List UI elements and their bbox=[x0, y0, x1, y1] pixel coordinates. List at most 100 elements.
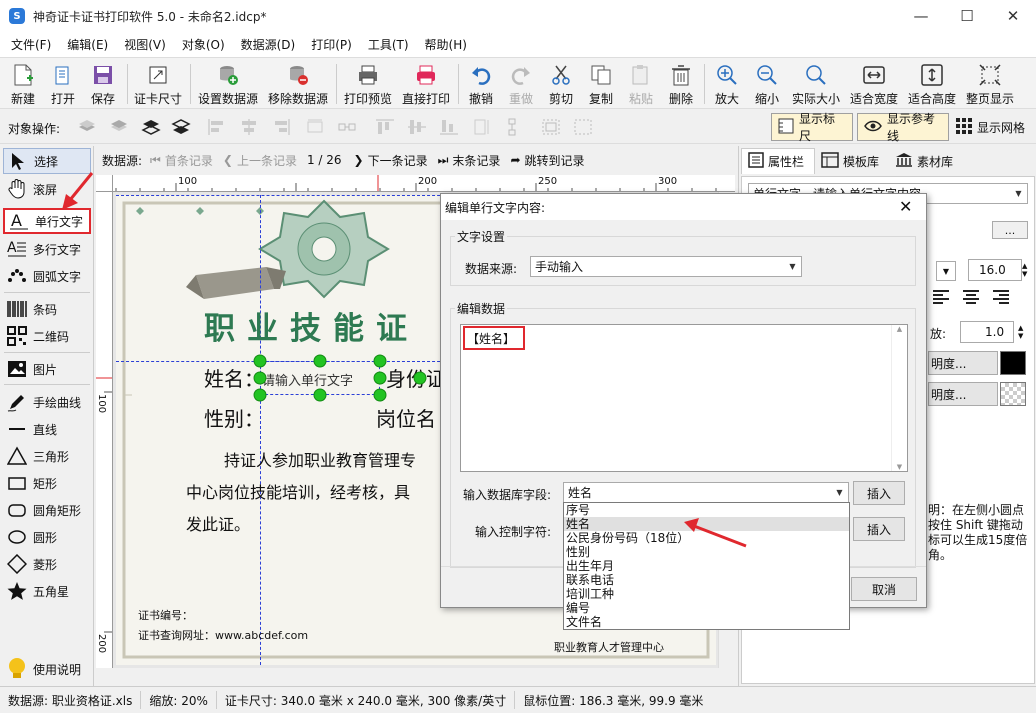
tool-help[interactable]: 使用说明 bbox=[3, 654, 91, 684]
align-text-right-icon[interactable] bbox=[992, 289, 1010, 305]
color-swatch-black[interactable] bbox=[1000, 351, 1026, 375]
minimize-button[interactable]: — bbox=[898, 0, 944, 32]
tool-circle[interactable]: 圆形 bbox=[3, 524, 91, 550]
tab-templates[interactable]: 模板库 bbox=[815, 148, 889, 174]
cut-button[interactable]: 剪切 bbox=[544, 60, 578, 108]
align-top-icon[interactable] bbox=[374, 116, 396, 138]
tab-properties[interactable]: 属性栏 bbox=[741, 148, 815, 174]
same-height-icon[interactable] bbox=[502, 116, 524, 138]
dropdown-option[interactable]: 性别 bbox=[564, 545, 849, 559]
dropdown-option-selected[interactable]: 姓名 bbox=[564, 517, 849, 531]
db-field-select[interactable]: 姓名 ▼ bbox=[563, 482, 849, 503]
maximize-button[interactable]: ☐ bbox=[944, 0, 990, 32]
align-text-left-icon[interactable] bbox=[932, 289, 950, 305]
bring-to-front-icon[interactable] bbox=[140, 116, 162, 138]
save-button[interactable]: 保存 bbox=[86, 60, 120, 108]
db-field-dropdown[interactable]: 序号 姓名 公民身份号码（18位） 性别 出生年月 联系电话 培训工种 编号 文… bbox=[563, 502, 850, 630]
tool-rectangle[interactable]: 矩形 bbox=[3, 470, 91, 496]
remove-datasource-button[interactable]: 移除数据源 bbox=[266, 60, 330, 108]
card-size-button[interactable]: 证卡尺寸 bbox=[132, 60, 184, 108]
textarea-scrollbar[interactable]: ▲ ▼ bbox=[891, 325, 907, 471]
same-width-icon[interactable] bbox=[336, 116, 358, 138]
tool-triangle[interactable]: 三角形 bbox=[3, 443, 91, 469]
dropdown-option[interactable]: 联系电话 bbox=[564, 573, 849, 587]
scale-input[interactable]: 1.0 bbox=[960, 321, 1014, 343]
menu-datasource[interactable]: 数据源(D) bbox=[233, 36, 304, 53]
goto-record-button[interactable]: ➦ 跳转到记录 bbox=[510, 152, 584, 169]
align-right-icon[interactable] bbox=[270, 116, 292, 138]
ungroup-icon[interactable] bbox=[572, 116, 594, 138]
font-size-spinner[interactable]: ▲ ▼ bbox=[1022, 259, 1034, 281]
menu-tools[interactable]: 工具(T) bbox=[360, 36, 417, 53]
align-bottom-icon[interactable] bbox=[438, 116, 460, 138]
canvas-horizontal-scrollbar[interactable] bbox=[96, 668, 736, 685]
prev-record-button[interactable]: ❮ 上一条记录 bbox=[223, 152, 297, 169]
tool-scroll[interactable]: 滚屏 bbox=[3, 176, 91, 202]
paste-button[interactable]: 粘贴 bbox=[624, 60, 658, 108]
group-icon[interactable] bbox=[540, 116, 562, 138]
set-datasource-button[interactable]: 设置数据源 bbox=[196, 60, 260, 108]
tool-line[interactable]: 直线 bbox=[3, 416, 91, 442]
dropdown-option[interactable]: 文件名 bbox=[564, 615, 849, 629]
menu-print[interactable]: 打印(P) bbox=[303, 36, 360, 53]
send-to-back-icon[interactable] bbox=[170, 116, 192, 138]
tool-single-line-text[interactable]: A 单行文字 bbox=[3, 208, 91, 234]
menu-view[interactable]: 视图(V) bbox=[116, 36, 174, 53]
datasource-select[interactable]: 手动输入 ▼ bbox=[530, 256, 802, 277]
distribute-horizontal-icon[interactable] bbox=[304, 116, 326, 138]
first-record-button[interactable]: ⏮ 首条记录 bbox=[150, 152, 213, 169]
scale-spinner[interactable]: ▲ ▼ bbox=[1018, 321, 1030, 343]
redo-button[interactable]: 重做 bbox=[504, 60, 538, 108]
undo-button[interactable]: 撤销 bbox=[464, 60, 498, 108]
color-swatch-transparent[interactable] bbox=[1000, 382, 1026, 406]
close-window-button[interactable]: ✕ bbox=[990, 0, 1036, 32]
tool-image[interactable]: 图片 bbox=[3, 356, 91, 382]
show-grid-toggle[interactable]: 显示网格 bbox=[956, 118, 1025, 137]
fit-height-button[interactable]: 适合高度 bbox=[906, 60, 958, 108]
zoom-out-button[interactable]: 缩小 bbox=[750, 60, 784, 108]
full-page-button[interactable]: 整页显示 bbox=[964, 60, 1016, 108]
selected-text-object[interactable]: 请输入单行文字 bbox=[253, 354, 427, 402]
next-record-button[interactable]: ❯ 下一条记录 bbox=[354, 152, 428, 169]
menu-help[interactable]: 帮助(H) bbox=[417, 36, 475, 53]
open-button[interactable]: 打开 bbox=[46, 60, 80, 108]
distribute-vertical-icon[interactable] bbox=[470, 116, 492, 138]
edit-data-textarea[interactable]: 【姓名】 ▲ ▼ bbox=[460, 324, 908, 472]
dialog-close-icon[interactable]: ✕ bbox=[899, 197, 912, 216]
transparency-button-1[interactable]: 明度... bbox=[928, 351, 998, 375]
fit-width-button[interactable]: 适合宽度 bbox=[848, 60, 900, 108]
more-options-button[interactable]: ... bbox=[992, 221, 1028, 239]
dropdown-option[interactable]: 序号 bbox=[564, 503, 849, 517]
zoom-in-button[interactable]: 放大 bbox=[710, 60, 744, 108]
dropdown-option[interactable]: 出生年月 bbox=[564, 559, 849, 573]
dropdown-option[interactable]: 编号 bbox=[564, 601, 849, 615]
tool-star[interactable]: 五角星 bbox=[3, 578, 91, 604]
tool-multi-line-text[interactable]: A 多行文字 bbox=[3, 236, 91, 262]
delete-button[interactable]: 删除 bbox=[664, 60, 698, 108]
tool-select[interactable]: 选择 bbox=[3, 148, 91, 174]
tool-arc-text[interactable]: 圆弧文字 bbox=[3, 263, 91, 289]
font-size-input[interactable]: 16.0 bbox=[968, 259, 1022, 281]
menu-object[interactable]: 对象(O) bbox=[174, 36, 233, 53]
menu-edit[interactable]: 编辑(E) bbox=[59, 36, 116, 53]
tool-freehand[interactable]: 手绘曲线 bbox=[3, 389, 91, 415]
last-record-button[interactable]: ⏭ 末条记录 bbox=[438, 152, 501, 169]
tool-qrcode[interactable]: 二维码 bbox=[3, 323, 91, 349]
show-ruler-toggle[interactable]: 显示标尺 bbox=[771, 112, 853, 143]
bring-forward-icon[interactable] bbox=[76, 116, 98, 138]
actual-size-button[interactable]: 实际大小 bbox=[790, 60, 842, 108]
align-middle-icon[interactable] bbox=[406, 116, 428, 138]
copy-button[interactable]: 复制 bbox=[584, 60, 618, 108]
transparency-button-2[interactable]: 明度... bbox=[928, 382, 998, 406]
print-preview-button[interactable]: 打印预览 bbox=[342, 60, 394, 108]
align-left-icon[interactable] bbox=[206, 116, 228, 138]
tool-round-rectangle[interactable]: 圆角矩形 bbox=[3, 497, 91, 523]
show-guides-toggle[interactable]: 显示参考线 bbox=[857, 112, 949, 143]
direct-print-button[interactable]: 直接打印 bbox=[400, 60, 452, 108]
insert-control-button[interactable]: 插入 bbox=[853, 517, 905, 541]
dropdown-option[interactable]: 公民身份号码（18位） bbox=[564, 531, 849, 545]
align-text-center-icon[interactable] bbox=[962, 289, 980, 305]
tool-diamond[interactable]: 菱形 bbox=[3, 551, 91, 577]
tool-barcode[interactable]: 条码 bbox=[3, 296, 91, 322]
insert-field-button[interactable]: 插入 bbox=[853, 481, 905, 505]
